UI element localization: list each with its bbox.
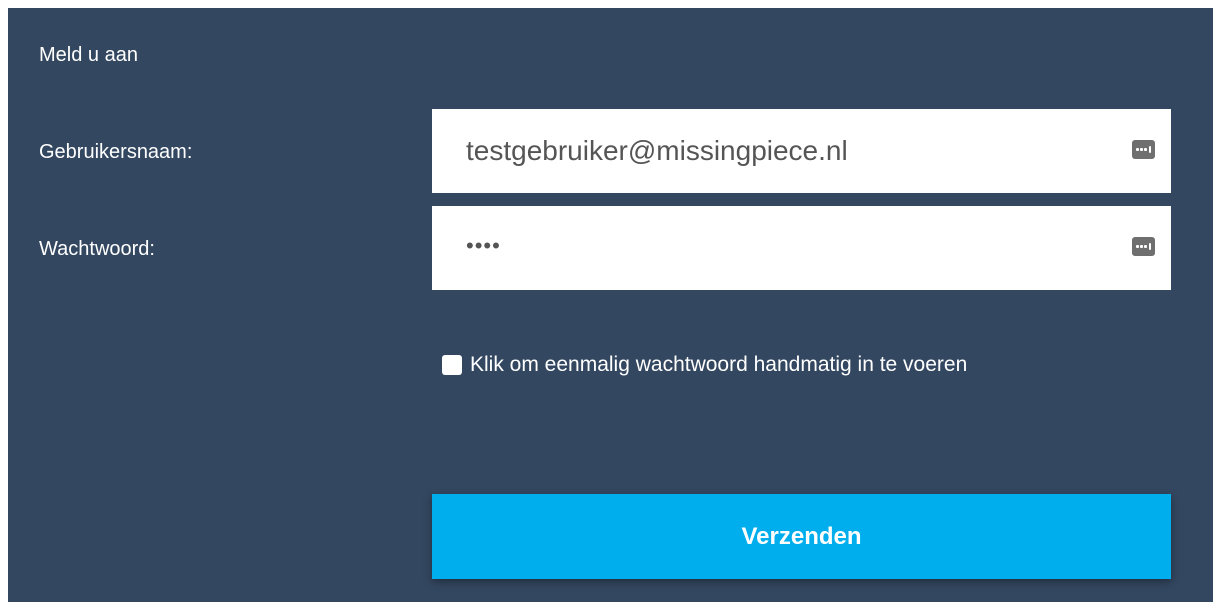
password-field[interactable]: •••• <box>432 206 1171 290</box>
otp-checkbox[interactable] <box>442 355 462 375</box>
otp-checkbox-label[interactable]: Klik om eenmalig wachtwoord handmatig in… <box>470 353 967 377</box>
username-label: Gebruikersnaam: <box>39 141 193 163</box>
username-field[interactable]: testgebruiker@missingpiece.nl <box>432 109 1171 193</box>
password-manager-icon[interactable] <box>1132 140 1155 159</box>
form-title: Meld u aan <box>39 44 138 66</box>
otp-checkbox-row[interactable]: Klik om eenmalig wachtwoord handmatig in… <box>442 353 967 377</box>
password-label: Wachtwoord: <box>39 238 155 260</box>
login-panel: Meld u aan Gebruikersnaam: testgebruiker… <box>8 8 1213 602</box>
username-value[interactable]: testgebruiker@missingpiece.nl <box>466 109 848 193</box>
password-value[interactable]: •••• <box>466 204 501 288</box>
password-manager-icon[interactable] <box>1132 237 1155 256</box>
submit-button[interactable]: Verzenden <box>432 494 1171 579</box>
